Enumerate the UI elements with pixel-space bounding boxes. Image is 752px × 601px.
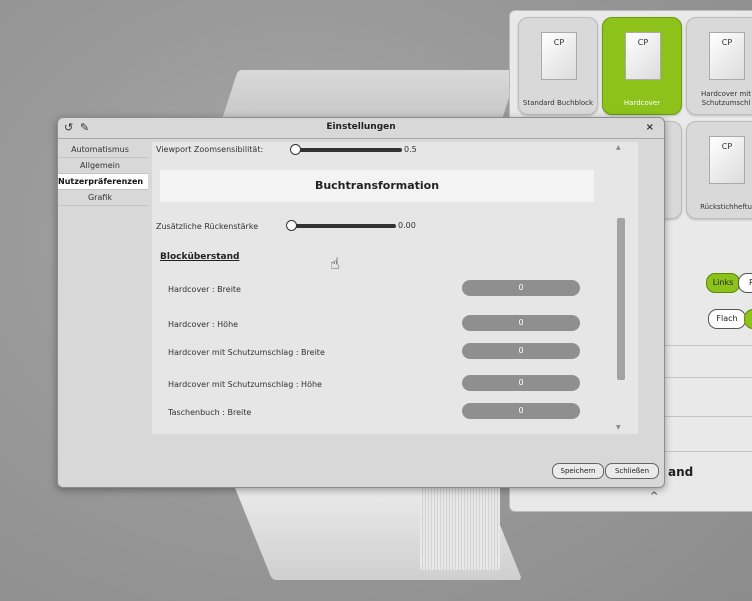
zoom-slider-handle[interactable] xyxy=(290,144,301,155)
tile-rueckstichheftung[interactable]: CP Rückstichheftu xyxy=(686,121,752,219)
scroll-down-icon[interactable]: ▼ xyxy=(616,424,621,431)
nav-item-nutzerpraeferenzen[interactable]: Nutzerpräferenzen xyxy=(58,174,148,190)
settings-dialog: ↺ ✎ Einstellungen × Automatismus Allgeme… xyxy=(57,117,665,488)
tile-label: Rückstichheftu xyxy=(700,203,752,211)
scroll-up-icon[interactable]: ▲ xyxy=(616,144,621,151)
row-label: Hardcover mit Schutzumschlag : Breite xyxy=(168,348,325,357)
row-label: Hardcover : Breite xyxy=(168,285,241,294)
value-field[interactable]: 0 xyxy=(462,343,580,359)
nav-item-grafik[interactable]: Grafik xyxy=(58,190,148,206)
tile-hardcover-schutzumschlag[interactable]: CP Hardcover mit Schutzumschl xyxy=(686,17,752,115)
rund-button[interactable] xyxy=(744,309,752,329)
block-overhang-heading: Blocküberstand xyxy=(160,252,240,262)
dialog-titlebar: ↺ ✎ Einstellungen × xyxy=(58,118,664,139)
tile-hardcover[interactable]: CP Hardcover xyxy=(602,17,682,115)
book-thumbnail-icon: CP xyxy=(541,32,577,80)
value-field[interactable]: 0 xyxy=(462,375,580,391)
book-thumbnail-icon: CP xyxy=(625,32,661,80)
close-icon[interactable]: × xyxy=(646,122,654,133)
tile-label: Hardcover mit Schutzumschl xyxy=(701,90,751,107)
book-thumbnail-icon: CP xyxy=(709,32,745,80)
rechts-button[interactable]: Re xyxy=(738,273,752,293)
zoom-sensitivity-label: Viewport Zoomsensibilität: xyxy=(156,145,264,154)
tile-label: Hardcover xyxy=(623,99,661,107)
row-label: Hardcover : Höhe xyxy=(168,320,239,329)
section-title: Buchtransformation xyxy=(160,170,594,202)
links-button[interactable]: Links xyxy=(706,273,740,293)
spine-thickness-value: 0.00 xyxy=(398,221,416,230)
section-heading-partial: and xyxy=(668,465,694,479)
settings-nav: Automatismus Allgemein Nutzerpräferenzen… xyxy=(58,142,148,206)
nav-item-allgemein[interactable]: Allgemein xyxy=(58,158,148,174)
hand-cursor-icon: ☝ xyxy=(330,254,340,273)
zoom-slider[interactable] xyxy=(292,148,402,152)
tile-standard-buchblock[interactable]: CP Standard Buchblock xyxy=(518,17,598,115)
spine-thickness-handle[interactable] xyxy=(286,220,297,231)
row-label: Hardcover mit Schutzumschlag : Höhe xyxy=(168,380,322,389)
close-button[interactable]: Schließen xyxy=(605,463,659,479)
content-scrollbar[interactable]: ▲ ▼ xyxy=(615,142,625,434)
chevron-up-icon[interactable]: ^ xyxy=(650,491,658,502)
row-label: Taschenbuch : Breite xyxy=(168,408,252,417)
zoom-slider-value: 0.5 xyxy=(404,145,417,154)
settings-content: Viewport Zoomsensibilität: 0.5 Buchtrans… xyxy=(152,142,638,434)
value-field[interactable]: 0 xyxy=(462,280,580,296)
scroll-thumb[interactable] xyxy=(617,218,625,380)
spine-thickness-label: Zusätzliche Rückenstärke xyxy=(156,222,259,231)
flach-button[interactable]: Flach xyxy=(708,309,746,329)
value-field[interactable]: 0 xyxy=(462,403,580,419)
spine-thickness-slider[interactable] xyxy=(288,224,396,228)
nav-item-automatismus[interactable]: Automatismus xyxy=(58,142,148,158)
book-thumbnail-icon: CP xyxy=(709,136,745,184)
value-field[interactable]: 0 xyxy=(462,315,580,331)
save-button[interactable]: Speichern xyxy=(552,463,604,479)
dialog-title: Einstellungen xyxy=(326,122,396,132)
tile-label: Standard Buchblock xyxy=(522,99,594,107)
